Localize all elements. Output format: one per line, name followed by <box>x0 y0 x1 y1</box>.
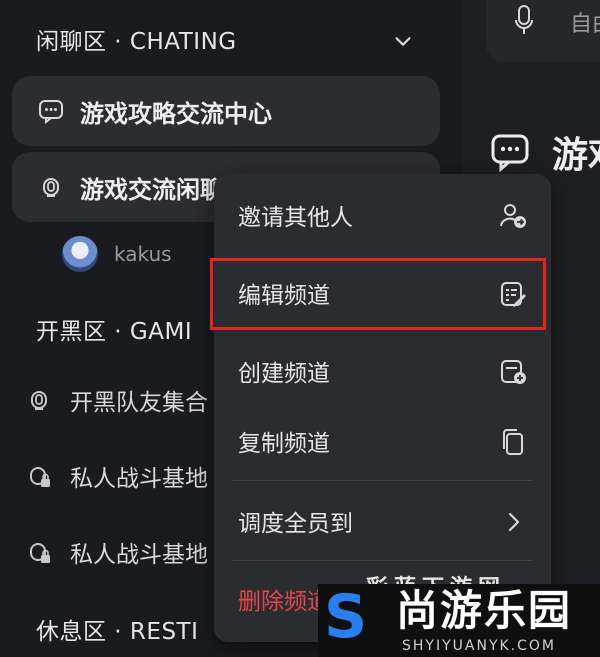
copy-icon <box>503 429 523 455</box>
channel-item-private-1[interactable]: 私人战斗基地 <box>26 446 208 506</box>
avatar <box>62 236 98 272</box>
menu-item-label: 调度全员到 <box>238 511 353 537</box>
topbar-label: 自由 <box>570 12 600 37</box>
chevron-right-icon <box>508 512 520 532</box>
menu-item-move-all[interactable]: 调度全员到 <box>214 486 551 556</box>
create-channel-icon <box>501 360 526 384</box>
watermark-title: 尚游乐园 <box>396 586 573 635</box>
highlight-box <box>210 258 546 330</box>
section-header-gaming[interactable]: 开黑区 · GAMI <box>36 312 192 346</box>
channel-item-team[interactable]: 开黑队友集合 <box>26 370 208 430</box>
watermark-logo: S 尚游乐园 SHYIYUANYK.COM <box>318 584 600 657</box>
section-header-resting[interactable]: 休息区 · RESTI <box>36 612 198 646</box>
microphone-icon[interactable] <box>514 4 534 38</box>
channel-label: 游戏攻略交流中心 <box>80 99 272 128</box>
main-channel-title: 游戏 <box>552 135 600 176</box>
channel-label: 开黑队友集合 <box>70 390 208 416</box>
watermark-letter: S <box>324 582 368 652</box>
channel-item-strategy[interactable]: 游戏攻略交流中心 <box>12 76 440 146</box>
chat-bubble-icon <box>491 134 529 172</box>
menu-item-copy-channel[interactable]: 复制频道 <box>214 406 551 476</box>
menu-item-label: 复制频道 <box>238 431 330 457</box>
section-header-chating[interactable]: 闲聊区 · CHATING <box>36 22 237 56</box>
channel-member[interactable]: kakus <box>62 236 172 272</box>
locked-voice-channel-icon <box>26 539 52 565</box>
menu-item-create-channel[interactable]: 创建频道 <box>214 336 551 406</box>
voice-channel-icon <box>38 174 64 200</box>
chevron-down-icon[interactable] <box>392 30 414 52</box>
channel-label: 私人战斗基地 <box>70 466 208 492</box>
chat-bubble-icon <box>38 98 64 124</box>
invite-user-icon <box>500 204 526 228</box>
menu-divider <box>232 480 532 481</box>
menu-item-label: 邀请其他人 <box>238 205 353 231</box>
member-name: kakus <box>114 242 172 266</box>
channel-label: 私人战斗基地 <box>70 542 208 568</box>
menu-divider <box>232 560 532 561</box>
menu-item-label: 创建频道 <box>238 361 330 387</box>
locked-voice-channel-icon <box>26 463 52 489</box>
menu-item-label: 删除频道 <box>238 589 330 615</box>
menu-item-invite[interactable]: 邀请其他人 <box>214 180 551 250</box>
voice-channel-icon <box>26 387 52 413</box>
channel-item-private-2[interactable]: 私人战斗基地 <box>26 522 208 582</box>
watermark-url: SHYIYUANYK.COM <box>402 638 556 654</box>
